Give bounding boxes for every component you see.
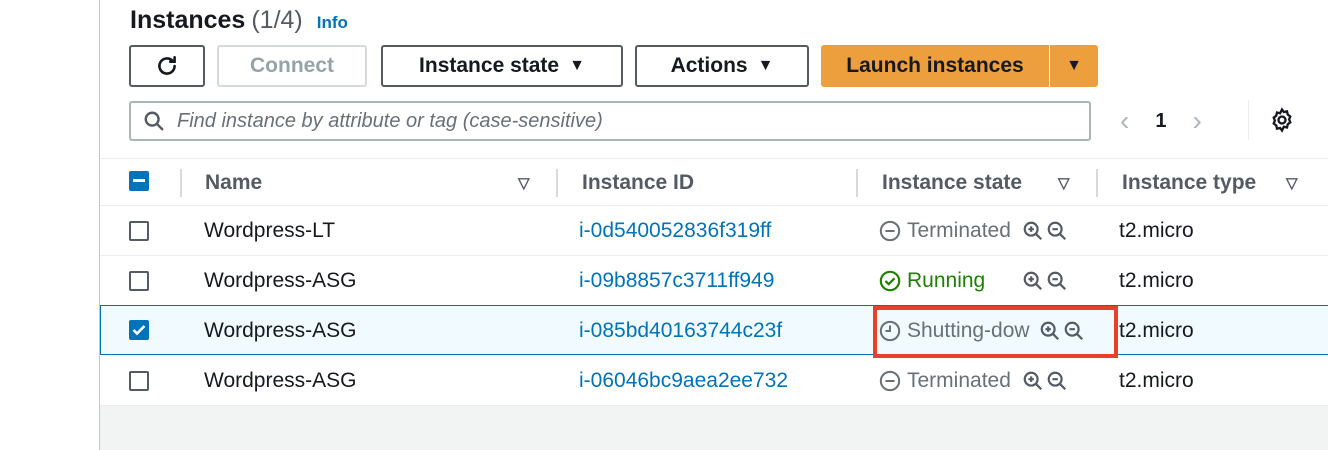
zoom-controls (1022, 356, 1068, 406)
connect-button[interactable]: Connect (217, 45, 367, 87)
selection-count: (1/4) (251, 6, 303, 34)
page-title: Instances (130, 6, 246, 34)
instances-card: Instances (1/4) Info Connect Instance st… (100, 0, 1328, 406)
column-divider (1096, 169, 1098, 197)
instance-state-label: Instance state (419, 54, 560, 77)
refresh-button[interactable] (129, 45, 205, 87)
column-divider (856, 169, 858, 197)
instance-name: Wordpress-ASG (204, 319, 357, 342)
zoom-in-icon[interactable] (1022, 270, 1044, 292)
instance-name: Wordpress-ASG (204, 269, 357, 292)
pagination: ‹ 1 › (1120, 101, 1202, 141)
table-row-selected[interactable]: Wordpress-ASG i-085bd40163744c23f Shutti… (100, 305, 1328, 355)
state-label: Running (907, 269, 986, 292)
current-page[interactable]: 1 (1155, 110, 1166, 133)
table-row[interactable]: Wordpress-ASG i-09b8857c3711ff949 Runnin… (100, 256, 1328, 306)
zoom-out-icon[interactable] (1046, 370, 1068, 392)
column-divider (180, 169, 182, 197)
search-icon (144, 111, 164, 131)
terminated-icon (879, 370, 901, 392)
instance-id-link[interactable]: i-0d540052836f319ff (579, 206, 771, 256)
instance-state: Terminated (879, 206, 1011, 256)
instance-type: t2.micro (1119, 219, 1194, 242)
launch-label: Launch instances (846, 54, 1024, 77)
column-header-name[interactable]: Name (205, 159, 262, 207)
zoom-controls (1022, 256, 1068, 306)
row-checkbox[interactable] (129, 320, 149, 340)
instance-id-link[interactable]: i-06046bc9aea2ee732 (579, 356, 788, 406)
column-label: Instance ID (582, 171, 695, 194)
check-circle-icon (879, 270, 901, 292)
instance-type: t2.micro (1119, 269, 1194, 292)
row-checkbox[interactable] (129, 271, 149, 291)
launch-options-dropdown[interactable]: ▼ (1050, 45, 1098, 87)
info-link[interactable]: Info (317, 13, 348, 33)
column-header-instance-state[interactable]: Instance state (882, 159, 1022, 207)
select-all-checkbox[interactable] (129, 171, 149, 191)
column-label: Instance state (882, 171, 1023, 194)
gear-icon (1272, 107, 1292, 133)
instance-name: Wordpress-LT (204, 219, 336, 242)
chevron-right-icon[interactable]: › (1192, 105, 1201, 137)
instance-id-link[interactable]: i-085bd40163744c23f (579, 306, 782, 356)
instance-state: Terminated (879, 356, 1011, 406)
instance-type: t2.micro (1119, 319, 1194, 342)
highlight-annotation-box (873, 306, 1118, 358)
column-label: Name (205, 171, 263, 194)
zoom-in-icon[interactable] (1022, 220, 1044, 242)
zoom-in-icon[interactable] (1022, 370, 1044, 392)
zoom-out-icon[interactable] (1046, 220, 1068, 242)
row-checkbox[interactable] (129, 221, 149, 241)
actions-label: Actions (670, 54, 748, 77)
table-header: Name ▽ Instance ID Instance state ▽ Inst… (100, 158, 1328, 206)
column-header-instance-type[interactable]: Instance type (1122, 159, 1256, 207)
row-checkbox[interactable] (129, 371, 149, 391)
zoom-controls (1022, 206, 1068, 256)
search-box[interactable] (129, 101, 1091, 141)
column-label: Instance type (1122, 171, 1257, 194)
instance-type: t2.micro (1119, 369, 1194, 392)
table-row[interactable]: Wordpress-LT i-0d540052836f319ff Termina… (100, 206, 1328, 256)
state-label: Terminated (907, 369, 1011, 392)
instance-state: Running (879, 256, 985, 306)
instance-name: Wordpress-ASG (204, 369, 357, 392)
instance-state-dropdown[interactable]: Instance state ▼ (381, 45, 623, 87)
caret-down-icon: ▼ (757, 57, 774, 74)
caret-down-icon: ▼ (1066, 57, 1082, 74)
header: Instances (1/4) Info (130, 6, 348, 36)
launch-instances-button[interactable]: Launch instances (821, 45, 1049, 87)
instances-panel: Instances (1/4) Info Connect Instance st… (99, 0, 1328, 450)
column-header-instance-id[interactable]: Instance ID (582, 159, 694, 207)
state-label: Terminated (907, 219, 1011, 242)
connect-label: Connect (250, 54, 334, 77)
caret-down-icon: ▼ (569, 57, 585, 74)
chevron-left-icon[interactable]: ‹ (1120, 105, 1129, 137)
refresh-icon (158, 56, 176, 75)
zoom-out-icon[interactable] (1046, 270, 1068, 292)
search-input[interactable] (177, 109, 1077, 133)
table-row[interactable]: Wordpress-ASG i-06046bc9aea2ee732 Termin… (100, 356, 1328, 406)
actions-dropdown[interactable]: Actions ▼ (635, 45, 809, 87)
settings-button[interactable] (1268, 106, 1296, 139)
divider (1248, 100, 1249, 140)
instance-id-link[interactable]: i-09b8857c3711ff949 (579, 256, 774, 306)
left-gutter (0, 0, 99, 450)
column-divider (556, 169, 558, 197)
terminated-icon (879, 220, 901, 242)
